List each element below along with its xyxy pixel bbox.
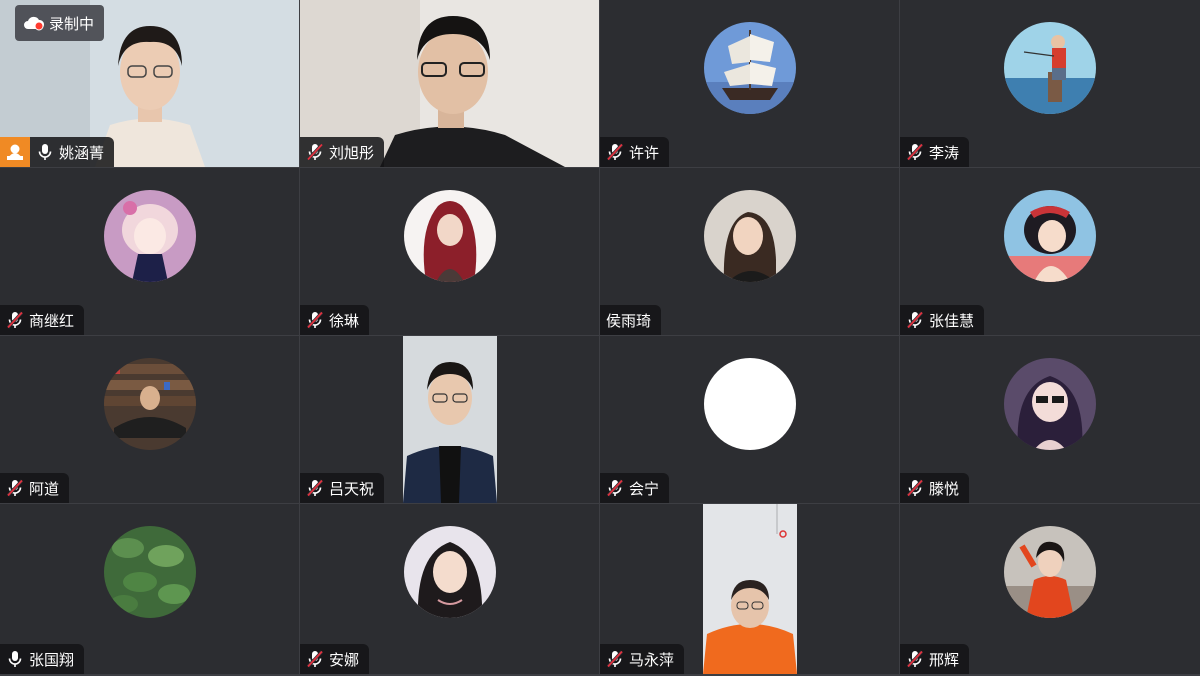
participant-name: 徐琳 (329, 311, 360, 330)
participant-tile-3[interactable]: 许许 (600, 0, 899, 167)
mic-muted-icon (306, 311, 324, 329)
avatar (703, 358, 796, 450)
mic-muted-icon (906, 650, 924, 668)
participant-tile-14[interactable]: 安娜 (300, 504, 599, 674)
recording-badge[interactable]: 录制中 (15, 5, 105, 41)
participant-tile-16[interactable]: 邢辉 (900, 504, 1200, 674)
participant-name: 商继红 (29, 311, 75, 330)
participant-name: 侯雨琦 (606, 311, 652, 330)
participant-name: 刘旭彤 (329, 143, 375, 162)
mic-muted-icon (306, 479, 324, 497)
participant-nameplate: 商继红 (0, 305, 85, 335)
participant-nameplate: 张佳慧 (900, 305, 985, 335)
participant-name: 李涛 (929, 143, 960, 162)
participant-nameplate: 李涛 (900, 137, 970, 167)
participant-nameplate: 许许 (600, 137, 670, 167)
participant-name: 马永萍 (629, 650, 675, 669)
participant-name: 滕悦 (929, 479, 960, 498)
participant-name: 张国翔 (29, 650, 75, 669)
participant-nameplate: 徐琳 (300, 305, 370, 335)
mic-muted-icon (306, 143, 324, 161)
participant-name: 姚涵菁 (59, 143, 105, 162)
participant-name: 邢辉 (929, 650, 960, 669)
mic-icon (36, 143, 54, 161)
mic-muted-icon (906, 479, 924, 497)
participant-nameplate: 滕悦 (900, 473, 970, 503)
avatar (1004, 526, 1096, 618)
video-feed (702, 504, 797, 674)
participant-name: 许许 (629, 143, 660, 162)
participant-nameplate: 会宁 (600, 473, 670, 503)
avatar (703, 22, 796, 114)
avatar (403, 526, 496, 618)
participant-tile-13[interactable]: 张国翔 (0, 504, 299, 674)
avatar (103, 526, 196, 618)
participant-grid: 录制中 姚涵菁 刘旭彤 许许 李涛 商继红 徐琳 侯雨琦 张佳慧 阿道 吕天祝 … (0, 0, 1200, 676)
participant-tile-15[interactable]: 马永萍 (600, 504, 899, 674)
participant-name: 会宁 (629, 479, 660, 498)
participant-tile-10[interactable]: 吕天祝 (300, 336, 599, 503)
participant-nameplate: 邢辉 (900, 644, 970, 674)
host-icon (0, 137, 30, 167)
mic-muted-icon (606, 143, 624, 161)
participant-tile-5[interactable]: 商继红 (0, 168, 299, 335)
participant-name: 阿道 (29, 479, 60, 498)
participant-tile-4[interactable]: 李涛 (900, 0, 1200, 167)
mic-muted-icon (606, 650, 624, 668)
participant-name: 吕天祝 (329, 479, 375, 498)
participant-nameplate: 阿道 (0, 473, 70, 503)
video-feed (402, 336, 497, 503)
avatar (1004, 358, 1096, 450)
mic-icon (6, 650, 24, 668)
participant-nameplate: 张国翔 (0, 644, 85, 674)
participant-tile-6[interactable]: 徐琳 (300, 168, 599, 335)
mic-muted-icon (6, 479, 24, 497)
cloud-record-icon (24, 16, 45, 31)
mic-muted-icon (6, 311, 24, 329)
participant-tile-12[interactable]: 滕悦 (900, 336, 1200, 503)
participant-tile-9[interactable]: 阿道 (0, 336, 299, 503)
mic-muted-icon (606, 479, 624, 497)
avatar (1004, 190, 1096, 282)
avatar (103, 190, 196, 282)
avatar (103, 358, 196, 450)
avatar (703, 190, 796, 282)
participant-nameplate: 姚涵菁 (0, 137, 115, 167)
participant-name: 安娜 (329, 650, 360, 669)
participant-nameplate: 马永萍 (600, 644, 685, 674)
mic-muted-icon (306, 650, 324, 668)
mic-muted-icon (906, 143, 924, 161)
mic-muted-icon (906, 311, 924, 329)
participant-tile-1[interactable]: 录制中 姚涵菁 (0, 0, 299, 167)
participant-name: 张佳慧 (929, 311, 975, 330)
participant-tile-11[interactable]: 会宁 (600, 336, 899, 503)
participant-tile-8[interactable]: 张佳慧 (900, 168, 1200, 335)
recording-label: 录制中 (49, 14, 95, 33)
participant-tile-2[interactable]: 刘旭彤 (300, 0, 599, 167)
participant-nameplate: 刘旭彤 (300, 137, 385, 167)
avatar (1004, 22, 1096, 114)
participant-nameplate: 侯雨琦 (600, 305, 662, 335)
participant-nameplate: 吕天祝 (300, 473, 385, 503)
participant-nameplate: 安娜 (300, 644, 370, 674)
participant-tile-7[interactable]: 侯雨琦 (600, 168, 899, 335)
avatar (403, 190, 496, 282)
